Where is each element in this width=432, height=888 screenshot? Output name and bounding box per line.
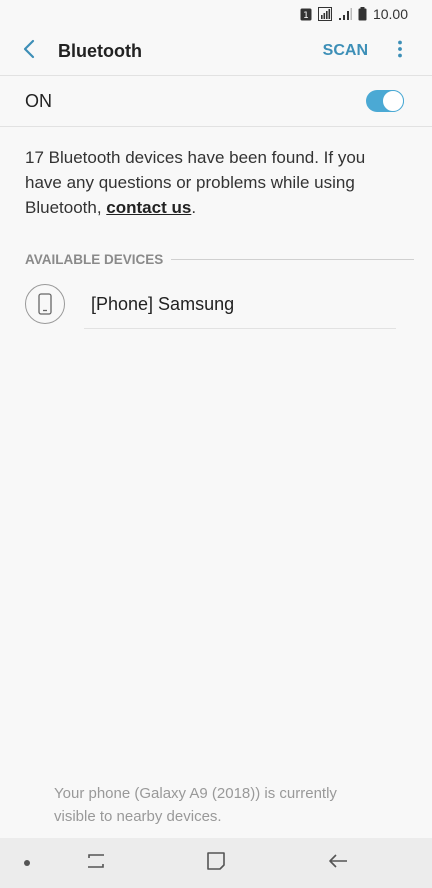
section-line: [171, 259, 414, 260]
section-title: AVAILABLE DEVICES: [25, 252, 164, 267]
home-button[interactable]: [204, 851, 228, 875]
sim-icon: 1: [300, 8, 312, 21]
home-icon: [206, 851, 226, 876]
visibility-notice: Your phone (Galaxy A9 (2018)) is current…: [54, 785, 337, 825]
page-title: Bluetooth: [58, 40, 142, 61]
bluetooth-toggle[interactable]: [366, 90, 404, 112]
chevron-left-icon: [23, 39, 35, 64]
smartphone-icon: [25, 284, 65, 324]
toggle-knob: [382, 90, 404, 112]
back-arrow-icon: [328, 853, 348, 874]
scan-button[interactable]: SCAN: [323, 42, 368, 60]
back-nav-button[interactable]: [326, 851, 350, 875]
available-devices-header: AVAILABLE DEVICES: [25, 252, 414, 267]
toggle-divider: [0, 126, 432, 127]
network-bars-icon: [338, 7, 352, 21]
back-button[interactable]: [0, 28, 58, 74]
info-suffix: .: [191, 198, 197, 217]
svg-text:1: 1: [303, 11, 309, 21]
recent-apps-icon: [86, 853, 106, 874]
navigation-bar: [0, 838, 432, 888]
status-time: 10.00: [372, 6, 408, 22]
battery-icon: [358, 7, 367, 21]
status-bar: 1 10.00: [0, 0, 432, 28]
info-text: 17 Bluetooth devices have been found. If…: [25, 145, 392, 220]
device-name: [Phone] Samsung: [91, 293, 235, 314]
nav-dot-icon[interactable]: [24, 860, 30, 866]
contact-us-link[interactable]: contact us: [106, 198, 191, 217]
app-header: Bluetooth SCAN: [0, 28, 432, 74]
bluetooth-toggle-row[interactable]: ON: [0, 76, 432, 126]
more-options-button[interactable]: [390, 28, 410, 74]
more-vert-icon: [398, 40, 402, 63]
recent-apps-button[interactable]: [84, 851, 108, 875]
device-item[interactable]: [Phone] Samsung: [25, 280, 396, 328]
toggle-label: ON: [25, 90, 52, 111]
device-divider: [84, 328, 396, 329]
signal-icon: [317, 7, 332, 21]
